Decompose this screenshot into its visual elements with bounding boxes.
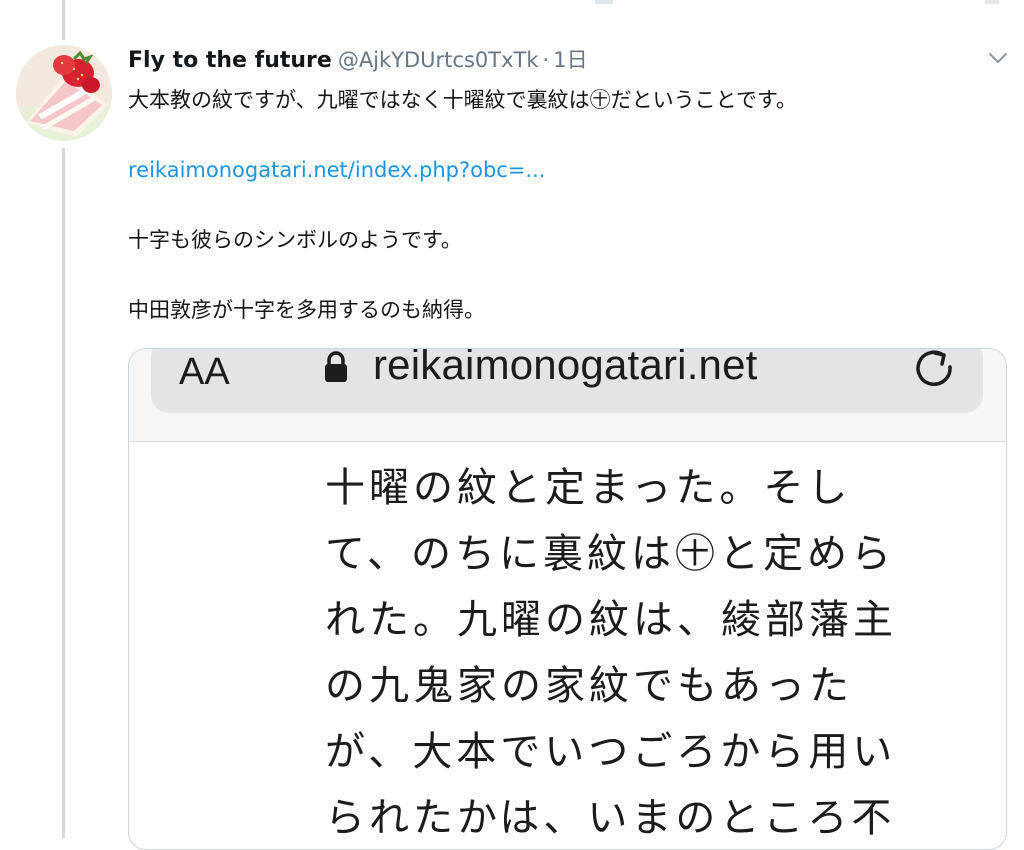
lock-icon	[323, 351, 349, 383]
reload-icon[interactable]	[913, 349, 957, 389]
attached-screenshot[interactable]: AA reikaimonogatari.net 十曜の紋と定まった。そし て、の…	[128, 348, 1007, 850]
separator-dot: ·	[542, 48, 550, 72]
page-text-line: られたかは、いまのところ不	[325, 795, 896, 841]
text-size-button[interactable]: AA	[179, 351, 230, 394]
page-text-line: の九鬼家の家紋でもあった	[325, 663, 853, 709]
tweet-text-line: 大本教の紋ですが、九曜ではなく十曜紋で裏紋は㊉だということです。	[128, 88, 797, 112]
tweet-header: Fly to the future @AjkYDUrtcs0TxTk · 1日	[128, 44, 588, 74]
tweet-text-line: 十字も彼らのシンボルのようです。	[128, 228, 462, 252]
page-text-line: て、のちに裏紋は㊉と定めら	[325, 531, 895, 577]
user-handle[interactable]: @AjkYDUrtcs0TxTk	[338, 48, 539, 72]
strawberry-cake-image	[16, 45, 112, 141]
tweet-timestamp[interactable]: 1日	[553, 44, 587, 74]
page-text-line: 十曜の紋と定まった。そし	[325, 465, 852, 511]
page-text-line: れた。九曜の紋は、綾部藩主	[325, 597, 897, 643]
tweet-text-line: 中田敦彦が十字を多用するのも納得。	[128, 298, 485, 322]
display-name[interactable]: Fly to the future	[128, 48, 332, 73]
thread-line-top	[62, 0, 65, 40]
browser-toolbar: AA reikaimonogatari.net	[129, 349, 1006, 442]
address-bar[interactable]: AA reikaimonogatari.net	[151, 348, 983, 413]
chevron-down-icon[interactable]	[988, 50, 1008, 64]
tweet-text: 大本教の紋ですが、九曜ではなく十曜紋で裏紋は㊉だということです。 reikaim…	[128, 84, 998, 326]
tweet-link[interactable]: reikaimonogatari.net/index.php?obc=...	[128, 158, 545, 182]
page-text-line: が、大本でいつごろから用い	[325, 729, 897, 775]
previous-tweet-divider	[595, 0, 613, 4]
text-size-label: AA	[179, 351, 230, 393]
previous-tweet-divider	[985, 0, 999, 4]
avatar[interactable]	[16, 45, 112, 141]
thread-line-bottom	[62, 148, 65, 838]
address-bar-domain: reikaimonogatari.net	[373, 348, 758, 388]
page-body-text: 十曜の紋と定まった。そし て、のちに裏紋は㊉と定めら れた。九曜の紋は、綾部藩主…	[325, 455, 945, 849]
